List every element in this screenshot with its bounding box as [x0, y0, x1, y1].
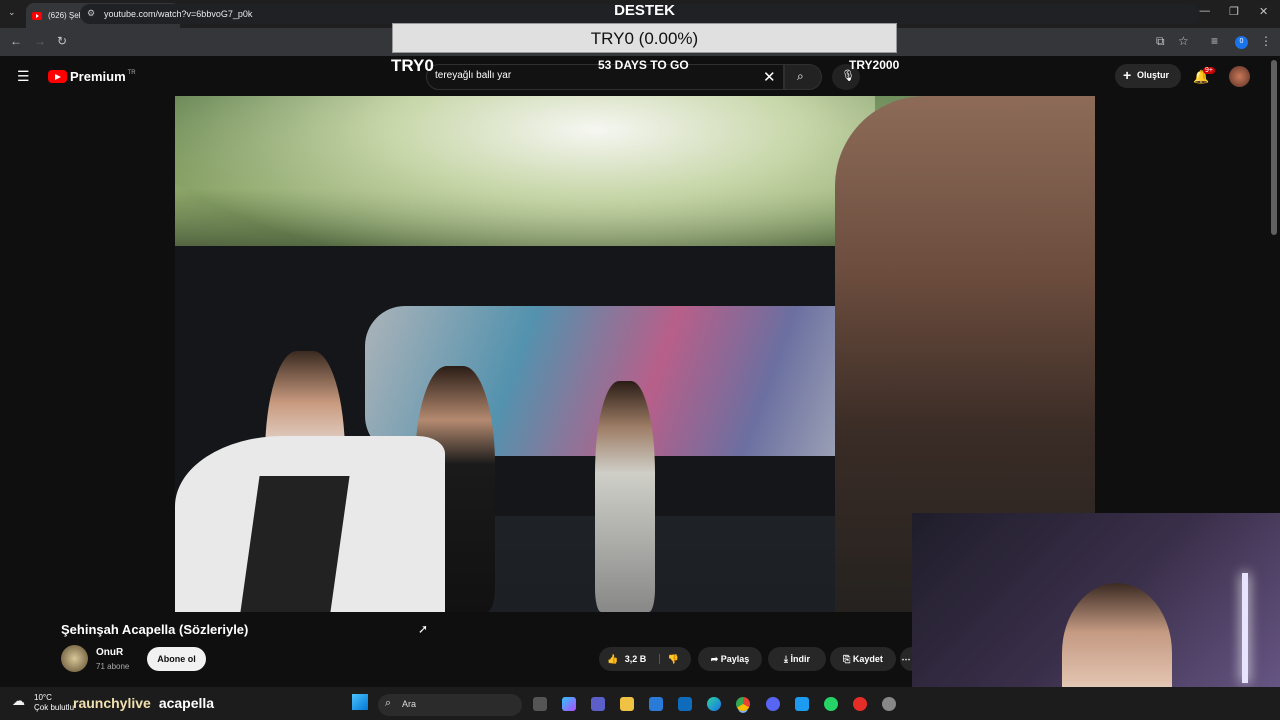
webcam-light-strip	[1242, 573, 1248, 683]
video-frame-person	[595, 381, 655, 612]
download-button[interactable]: ⤓ İndir	[768, 647, 826, 671]
teams-icon[interactable]	[591, 697, 605, 711]
channel-avatar[interactable]	[61, 645, 88, 672]
weather-temperature: 10°C	[34, 693, 52, 702]
mouse-cursor-icon: ➚	[418, 622, 429, 636]
create-button[interactable]: + Oluştur	[1115, 64, 1181, 88]
taskbar-search[interactable]: ⌕ Ara	[378, 694, 522, 716]
twitter-icon[interactable]	[795, 697, 809, 711]
like-button[interactable]: 👍 3,2 B	[607, 654, 649, 664]
site-info-icon[interactable]: ⚙	[87, 8, 95, 19]
page-scrollbar[interactable]	[1271, 60, 1277, 235]
donation-heading: DESTEK	[614, 2, 675, 19]
browser-menu-icon[interactable]: ⋮	[1260, 34, 1272, 48]
channel-name[interactable]: OnuR	[96, 647, 123, 658]
back-icon[interactable]: ←	[10, 34, 22, 48]
edge-icon[interactable]	[707, 697, 721, 711]
hamburger-menu-icon[interactable]: ☰	[17, 68, 30, 85]
create-label: Oluştur	[1137, 70, 1170, 80]
taskbar-search-placeholder: Ara	[402, 699, 417, 709]
donation-goal-bar: TRY0 (0.00%)	[392, 23, 897, 53]
like-dislike-group: 👍 3,2 B 👎	[599, 647, 691, 671]
discord-icon[interactable]	[766, 697, 780, 711]
share-icon: ➦	[710, 654, 719, 664]
whatsapp-icon[interactable]	[824, 697, 838, 711]
subscribe-button[interactable]: Abone ol	[147, 647, 206, 671]
chrome-icon[interactable]	[736, 697, 750, 711]
youtube-logo[interactable]: Premium TR	[48, 69, 136, 84]
profile-avatar[interactable]: 0	[1235, 36, 1248, 49]
taskbar-search-icon: ⌕	[385, 697, 392, 709]
donation-countdown: 53 DAYS TO GO	[598, 58, 689, 72]
minimize-icon[interactable]: —	[1199, 5, 1210, 17]
media-control-icon[interactable]: ≡	[1211, 34, 1218, 48]
chat-message: acapella	[158, 695, 215, 711]
video-frame-bag-strap	[240, 476, 350, 612]
notification-count-badge: 9+	[1203, 67, 1215, 74]
tab-list-icon[interactable]: ⌄	[8, 7, 16, 18]
search-icon: ⌕	[797, 69, 804, 83]
weather-condition: Çok bulutlu	[34, 703, 75, 712]
youtube-favicon-icon	[32, 11, 42, 20]
save-button[interactable]: ⎘ Kaydet	[830, 647, 896, 671]
file-explorer-icon[interactable]	[620, 697, 634, 711]
store-icon[interactable]	[649, 697, 663, 711]
chat-ticker: raunchylive acapella	[73, 695, 214, 711]
thumbs-down-icon: 👎	[667, 654, 679, 664]
task-view-icon[interactable]	[533, 697, 547, 711]
video-frame-sky	[175, 96, 875, 266]
forward-icon[interactable]: →	[34, 34, 46, 48]
mail-icon[interactable]	[678, 697, 692, 711]
download-icon: ⤓	[784, 654, 788, 664]
app-icon[interactable]	[882, 697, 896, 711]
weather-cloud-icon[interactable]: ☁	[12, 693, 25, 709]
url-text: youtube.com/watch?v=6bbvoG7_p0k	[104, 9, 253, 19]
logo-text: Premium	[70, 69, 126, 84]
logo-region: TR	[127, 69, 136, 76]
windows-start-icon[interactable]	[352, 694, 368, 710]
more-actions-button[interactable]: ⋯	[900, 647, 912, 671]
donation-goal-text: TRY0 (0.00%)	[590, 29, 699, 48]
share-label: Paylaş	[720, 654, 750, 664]
like-count: 3,2 B	[624, 654, 647, 664]
subscriber-count: 71 abone	[96, 662, 130, 671]
install-app-icon[interactable]: ⧉	[1156, 34, 1165, 49]
thumbs-up-icon: 👍	[607, 654, 619, 664]
restore-icon[interactable]: ❐	[1229, 5, 1239, 18]
donation-target-amount: TRY2000	[849, 58, 900, 72]
bookmark-icon: ⎘	[843, 654, 851, 664]
plus-icon: +	[1123, 67, 1132, 83]
download-label: İndir	[790, 654, 811, 664]
more-icon: ⋯	[901, 654, 911, 664]
save-label: Kaydet	[852, 654, 883, 664]
reload-icon[interactable]: ↻	[57, 34, 67, 48]
account-avatar[interactable]	[1229, 66, 1250, 87]
dislike-button[interactable]: 👎	[658, 654, 679, 664]
weather-widget[interactable]: 10°C Çok bulutlu	[34, 693, 74, 713]
bookmark-star-icon[interactable]: ☆	[1178, 34, 1189, 48]
chat-username: raunchylive	[73, 695, 151, 711]
youtube-play-icon	[48, 70, 67, 83]
copilot-icon[interactable]	[562, 697, 576, 711]
search-value: tereyağlı ballı yar	[435, 70, 512, 81]
clear-search-icon[interactable]: ✕	[763, 68, 776, 86]
video-title: Şehinşah Acapella (Sözleriyle)	[61, 622, 249, 637]
youtube-music-icon[interactable]	[853, 697, 867, 711]
window-close-icon[interactable]: ✕	[1259, 5, 1268, 18]
search-button[interactable]: ⌕	[784, 64, 822, 90]
share-button[interactable]: ➦ Paylaş	[698, 647, 762, 671]
donation-left-amount: TRY0	[391, 56, 434, 75]
